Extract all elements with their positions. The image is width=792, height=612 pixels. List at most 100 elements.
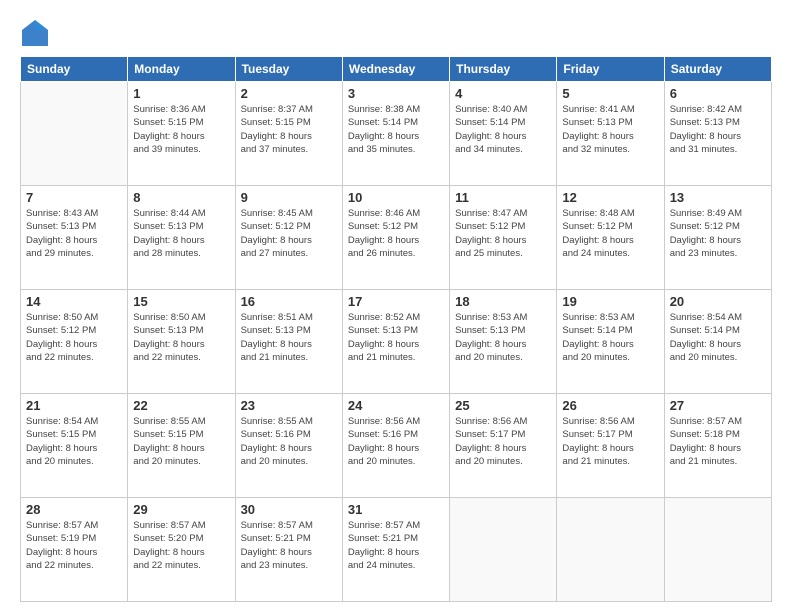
day-cell: 20Sunrise: 8:54 AM Sunset: 5:14 PM Dayli… [664,290,771,394]
day-number: 18 [455,294,551,309]
day-info: Sunrise: 8:48 AM Sunset: 5:12 PM Dayligh… [562,207,658,260]
day-number: 6 [670,86,766,101]
week-row-2: 7 Sunrise: 8:43 AM Sunset: 5:13 PM Daylig… [21,186,772,290]
day-cell: 11 Sunrise: 8:47 AM Sunset: 5:12 PM Dayli… [450,186,557,290]
day-cell: 3Sunrise: 8:38 AM Sunset: 5:14 PM Daylig… [342,82,449,186]
day-number: 12 [562,190,658,205]
day-info: Sunrise: 8:57 AM Sunset: 5:21 PM Dayligh… [348,519,444,572]
header-cell-wednesday: Wednesday [342,57,449,82]
header-row: SundayMondayTuesdayWednesdayThursdayFrid… [21,57,772,82]
day-cell: 25Sunrise: 8:56 AM Sunset: 5:17 PM Dayli… [450,394,557,498]
day-number: 21 [26,398,122,413]
day-info: Sunrise: 8:52 AM Sunset: 5:13 PM Dayligh… [348,311,444,364]
day-info: Sunrise: 8:56 AM Sunset: 5:17 PM Dayligh… [562,415,658,468]
day-cell: 24 Sunrise: 8:56 AM Sunset: 5:16 PM Dayli… [342,394,449,498]
day-number: 8 [133,190,229,205]
day-number: 22 [133,398,229,413]
day-info: Sunrise: 8:53 AM Sunset: 5:13 PM Dayligh… [455,311,551,364]
header-cell-tuesday: Tuesday [235,57,342,82]
day-cell: 2 Sunrise: 8:37 AM Sunset: 5:15 PM Daylig… [235,82,342,186]
day-cell: 21 Sunrise: 8:54 AM Sunset: 5:15 PM Dayli… [21,394,128,498]
header-cell-saturday: Saturday [664,57,771,82]
day-cell: 1 Sunrise: 8:36 AM Sunset: 5:15 PM Daylig… [128,82,235,186]
day-info: Sunrise: 8:57 AM Sunset: 5:20 PM Dayligh… [133,519,229,572]
day-cell: 14 Sunrise: 8:50 AM Sunset: 5:12 PM Dayli… [21,290,128,394]
day-info: Sunrise: 8:54 AM Sunset: 5:15 PM Dayligh… [26,415,122,468]
day-number: 16 [241,294,337,309]
day-cell: 7 Sunrise: 8:43 AM Sunset: 5:13 PM Daylig… [21,186,128,290]
day-cell: 10Sunrise: 8:46 AM Sunset: 5:12 PM Dayli… [342,186,449,290]
day-info: Sunrise: 8:49 AM Sunset: 5:12 PM Dayligh… [670,207,766,260]
day-info: Sunrise: 8:40 AM Sunset: 5:14 PM Dayligh… [455,103,551,156]
day-info: Sunrise: 8:36 AM Sunset: 5:15 PM Dayligh… [133,103,229,156]
day-cell: 27Sunrise: 8:57 AM Sunset: 5:18 PM Dayli… [664,394,771,498]
day-number: 29 [133,502,229,517]
day-info: Sunrise: 8:56 AM Sunset: 5:17 PM Dayligh… [455,415,551,468]
day-info: Sunrise: 8:56 AM Sunset: 5:16 PM Dayligh… [348,415,444,468]
calendar-body: 1 Sunrise: 8:36 AM Sunset: 5:15 PM Daylig… [21,82,772,602]
header-cell-monday: Monday [128,57,235,82]
calendar-header: SundayMondayTuesdayWednesdayThursdayFrid… [21,57,772,82]
day-number: 20 [670,294,766,309]
day-number: 17 [348,294,444,309]
day-info: Sunrise: 8:55 AM Sunset: 5:15 PM Dayligh… [133,415,229,468]
day-cell: 31 Sunrise: 8:57 AM Sunset: 5:21 PM Dayli… [342,498,449,602]
day-cell: 30Sunrise: 8:57 AM Sunset: 5:21 PM Dayli… [235,498,342,602]
day-number: 7 [26,190,122,205]
day-cell [450,498,557,602]
day-cell: 6 Sunrise: 8:42 AM Sunset: 5:13 PM Daylig… [664,82,771,186]
day-number: 5 [562,86,658,101]
day-info: Sunrise: 8:41 AM Sunset: 5:13 PM Dayligh… [562,103,658,156]
day-cell [557,498,664,602]
day-info: Sunrise: 8:42 AM Sunset: 5:13 PM Dayligh… [670,103,766,156]
day-number: 23 [241,398,337,413]
week-row-4: 21 Sunrise: 8:54 AM Sunset: 5:15 PM Dayli… [21,394,772,498]
day-info: Sunrise: 8:53 AM Sunset: 5:14 PM Dayligh… [562,311,658,364]
week-row-1: 1 Sunrise: 8:36 AM Sunset: 5:15 PM Daylig… [21,82,772,186]
day-number: 26 [562,398,658,413]
day-cell: 26 Sunrise: 8:56 AM Sunset: 5:17 PM Dayli… [557,394,664,498]
week-row-3: 14 Sunrise: 8:50 AM Sunset: 5:12 PM Dayli… [21,290,772,394]
day-number: 27 [670,398,766,413]
day-info: Sunrise: 8:57 AM Sunset: 5:21 PM Dayligh… [241,519,337,572]
day-cell: 5 Sunrise: 8:41 AM Sunset: 5:13 PM Daylig… [557,82,664,186]
day-cell: 4 Sunrise: 8:40 AM Sunset: 5:14 PM Daylig… [450,82,557,186]
day-number: 1 [133,86,229,101]
day-number: 2 [241,86,337,101]
header-cell-friday: Friday [557,57,664,82]
day-info: Sunrise: 8:50 AM Sunset: 5:13 PM Dayligh… [133,311,229,364]
day-cell: 19 Sunrise: 8:53 AM Sunset: 5:14 PM Dayli… [557,290,664,394]
day-info: Sunrise: 8:57 AM Sunset: 5:19 PM Dayligh… [26,519,122,572]
day-info: Sunrise: 8:43 AM Sunset: 5:13 PM Dayligh… [26,207,122,260]
header-cell-sunday: Sunday [21,57,128,82]
logo-icon [20,18,50,48]
day-number: 11 [455,190,551,205]
day-cell: 16 Sunrise: 8:51 AM Sunset: 5:13 PM Dayli… [235,290,342,394]
logo [20,18,54,48]
day-cell: 29 Sunrise: 8:57 AM Sunset: 5:20 PM Dayli… [128,498,235,602]
day-cell: 22 Sunrise: 8:55 AM Sunset: 5:15 PM Dayli… [128,394,235,498]
day-info: Sunrise: 8:50 AM Sunset: 5:12 PM Dayligh… [26,311,122,364]
day-number: 14 [26,294,122,309]
day-info: Sunrise: 8:55 AM Sunset: 5:16 PM Dayligh… [241,415,337,468]
day-number: 19 [562,294,658,309]
header-cell-thursday: Thursday [450,57,557,82]
day-info: Sunrise: 8:47 AM Sunset: 5:12 PM Dayligh… [455,207,551,260]
day-info: Sunrise: 8:38 AM Sunset: 5:14 PM Dayligh… [348,103,444,156]
day-info: Sunrise: 8:45 AM Sunset: 5:12 PM Dayligh… [241,207,337,260]
day-cell: 15 Sunrise: 8:50 AM Sunset: 5:13 PM Dayli… [128,290,235,394]
header [20,18,772,48]
day-cell: 17 Sunrise: 8:52 AM Sunset: 5:13 PM Dayli… [342,290,449,394]
day-number: 31 [348,502,444,517]
day-number: 24 [348,398,444,413]
day-cell: 13Sunrise: 8:49 AM Sunset: 5:12 PM Dayli… [664,186,771,290]
day-info: Sunrise: 8:37 AM Sunset: 5:15 PM Dayligh… [241,103,337,156]
day-info: Sunrise: 8:51 AM Sunset: 5:13 PM Dayligh… [241,311,337,364]
day-cell: 28 Sunrise: 8:57 AM Sunset: 5:19 PM Dayli… [21,498,128,602]
day-number: 28 [26,502,122,517]
day-cell: 18 Sunrise: 8:53 AM Sunset: 5:13 PM Dayli… [450,290,557,394]
day-number: 15 [133,294,229,309]
day-cell [21,82,128,186]
day-number: 4 [455,86,551,101]
calendar-table: SundayMondayTuesdayWednesdayThursdayFrid… [20,56,772,602]
